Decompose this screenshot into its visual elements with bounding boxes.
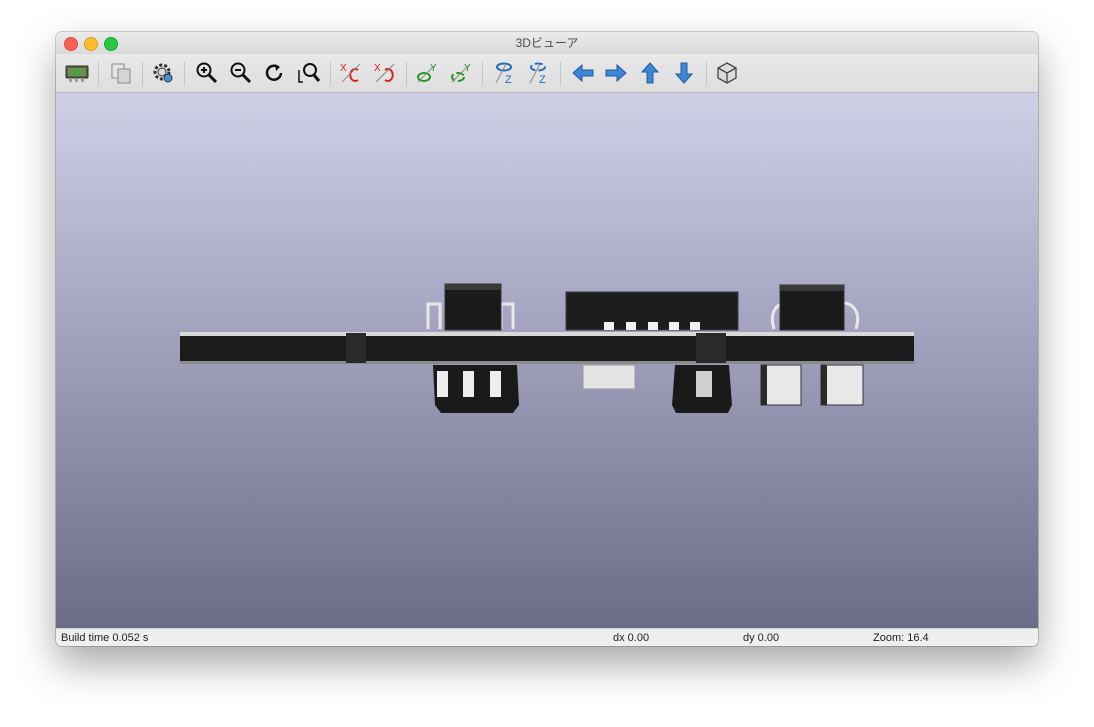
gear-icon — [153, 63, 173, 83]
arrow-right-icon — [605, 63, 627, 83]
window-title: 3Dビューア — [515, 36, 579, 50]
arrow-left-icon — [572, 63, 594, 83]
redraw-button[interactable] — [260, 58, 290, 88]
move-left-button[interactable] — [568, 58, 598, 88]
reload-board-button[interactable] — [62, 58, 92, 88]
rotate-z-cw-icon: Z — [495, 62, 512, 86]
rotate-x-cw-icon: X — [340, 63, 361, 83]
rotate-y-cw-icon: Y — [417, 63, 437, 83]
viewer-window: 3Dビューア X X Y Y Z Z Build time 0.052 s dx… — [56, 32, 1038, 646]
svg-text:Z: Z — [505, 74, 512, 86]
toolbar: X X Y Y Z Z — [56, 54, 1038, 93]
title-bar[interactable]: 3Dビューア — [56, 32, 1038, 54]
move-down-button[interactable] — [669, 58, 699, 88]
close-window-button[interactable] — [64, 37, 78, 51]
zoom-fit-button[interactable] — [294, 58, 324, 88]
move-up-button[interactable] — [635, 58, 665, 88]
svg-text:X: X — [340, 63, 347, 74]
zoom-out-icon — [230, 62, 252, 84]
dx-label: dx 0.00 — [613, 632, 650, 644]
redraw-icon — [265, 64, 283, 81]
copy-image-button[interactable] — [106, 58, 136, 88]
svg-text:Z: Z — [539, 74, 546, 86]
rotate-y-cw-button[interactable]: Y — [412, 58, 442, 88]
pcb-3d-render — [180, 283, 914, 413]
arrow-up-icon — [640, 62, 660, 84]
toggle-ortho-button[interactable] — [712, 58, 742, 88]
zoom-label: Zoom: 16.4 — [873, 632, 929, 644]
minimize-window-button[interactable] — [84, 37, 98, 51]
rotate-x-ccw-button[interactable]: X — [370, 58, 400, 88]
rotate-z-cw-button[interactable]: Z — [490, 58, 520, 88]
dy-label: dy 0.00 — [743, 632, 780, 644]
rotate-z-ccw-button[interactable]: Z — [524, 58, 554, 88]
arrow-down-icon — [674, 62, 694, 84]
rotate-y-ccw-button[interactable]: Y — [446, 58, 476, 88]
cube-icon — [717, 62, 737, 84]
zoom-out-button[interactable] — [226, 58, 256, 88]
rotate-x-cw-button[interactable]: X — [336, 58, 366, 88]
rotate-x-ccw-icon: X — [374, 63, 395, 83]
build-time-label: Build time 0.052 s — [61, 632, 149, 644]
settings-button[interactable] — [148, 58, 178, 88]
3d-viewport[interactable] — [56, 93, 1038, 628]
copy-icon — [111, 63, 131, 84]
move-right-button[interactable] — [601, 58, 631, 88]
zoom-in-icon — [196, 62, 218, 84]
rotate-y-ccw-icon: Y — [451, 63, 471, 83]
reload-board-icon — [65, 65, 89, 82]
maximize-window-button[interactable] — [104, 37, 118, 51]
zoom-in-button[interactable] — [192, 58, 222, 88]
rotate-z-ccw-icon: Z — [529, 62, 546, 86]
svg-text:X: X — [374, 63, 381, 74]
status-bar: Build time 0.052 s dx 0.00 dy 0.00 Zoom:… — [56, 628, 1038, 646]
zoom-fit-icon — [298, 63, 321, 83]
